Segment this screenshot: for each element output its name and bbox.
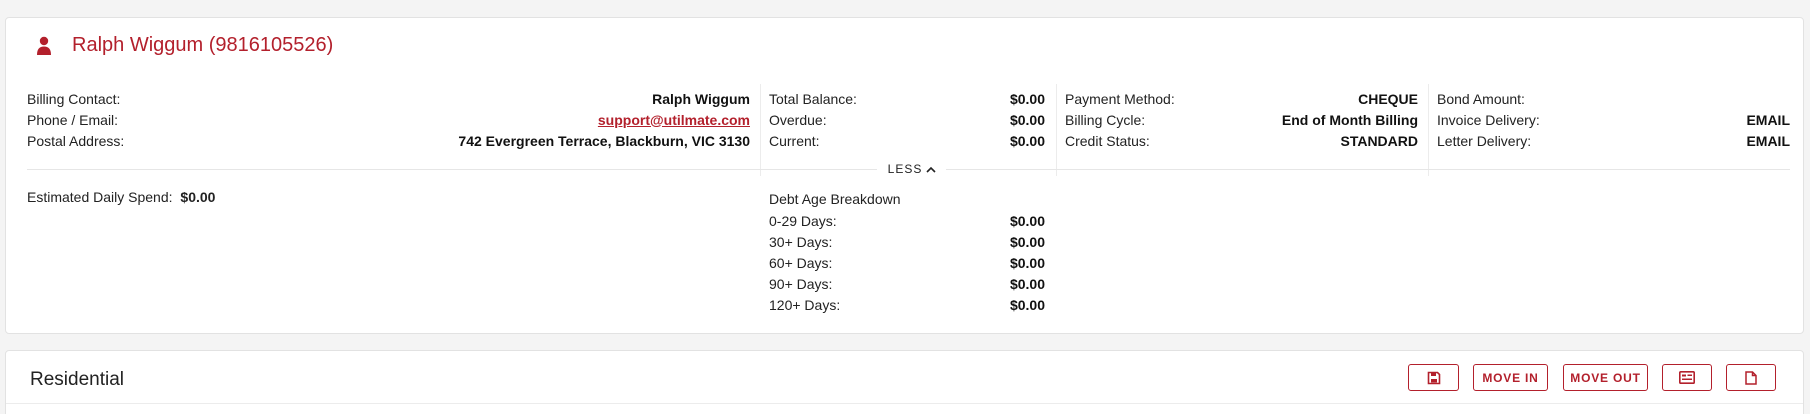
contact-details: Billing Contact: Ralph Wiggum Phone / Em…	[27, 88, 750, 151]
billing-contact-label: Billing Contact:	[27, 90, 121, 107]
overdue-row: Overdue: $0.00	[769, 109, 1045, 130]
overdue-label: Overdue:	[769, 111, 827, 128]
billing-contact-row: Billing Contact: Ralph Wiggum	[27, 88, 750, 109]
invoice-delivery-row: Invoice Delivery: EMAIL	[1437, 109, 1790, 130]
payment-method-value: CHEQUE	[1358, 90, 1418, 107]
residential-card: Residential MOVE IN MOVE OUT	[5, 350, 1804, 414]
postal-address-value: 742 Evergreen Terrace, Blackburn, VIC 31…	[458, 132, 750, 149]
letter-delivery-value: EMAIL	[1746, 132, 1790, 149]
total-balance-value: $0.00	[1009, 90, 1045, 107]
debt-row-value: $0.00	[1009, 233, 1045, 250]
email-link[interactable]: support@utilmate.com	[598, 112, 750, 128]
chevron-up-icon	[926, 166, 936, 173]
debt-row-label: 30+ Days:	[769, 233, 833, 250]
payment-method-row: Payment Method: CHEQUE	[1065, 88, 1418, 109]
debt-row-value: $0.00	[1009, 212, 1045, 229]
id-card-button[interactable]	[1662, 364, 1712, 391]
delivery-details: Bond Amount: Invoice Delivery: EMAIL Let…	[1437, 88, 1790, 151]
account-header: Ralph Wiggum (9816105526)	[36, 34, 333, 57]
daily-spend-label: Estimated Daily Spend:	[27, 189, 173, 205]
debt-row-label: 90+ Days:	[769, 275, 833, 292]
credit-status-value: STANDARD	[1340, 132, 1418, 149]
account-summary-card: Ralph Wiggum (9816105526) Billing Contac…	[5, 17, 1804, 334]
less-toggle[interactable]: LESS	[880, 162, 944, 176]
debt-row: 120+ Days: $0.00	[769, 294, 1045, 315]
billing-cycle-value: End of Month Billing	[1281, 111, 1418, 128]
id-card-icon	[1679, 371, 1695, 384]
less-toggle-label: LESS	[887, 162, 923, 176]
residential-title: Residential	[30, 369, 124, 390]
total-balance-row: Total Balance: $0.00	[769, 88, 1045, 109]
column-divider	[1428, 84, 1429, 176]
debt-row: 60+ Days: $0.00	[769, 252, 1045, 273]
postal-address-row: Postal Address: 742 Evergreen Terrace, B…	[27, 130, 750, 151]
current-label: Current:	[769, 132, 820, 149]
balance-details: Total Balance: $0.00 Overdue: $0.00 Curr…	[769, 88, 1045, 151]
move-in-button[interactable]: MOVE IN	[1473, 364, 1548, 391]
billing-cycle-row: Billing Cycle: End of Month Billing	[1065, 109, 1418, 130]
bond-amount-label: Bond Amount:	[1437, 90, 1525, 107]
debt-row-value: $0.00	[1009, 296, 1045, 313]
overdue-value: $0.00	[1009, 111, 1045, 128]
debt-row: 90+ Days: $0.00	[769, 273, 1045, 294]
document-icon	[1745, 370, 1757, 385]
invoice-delivery-value: EMAIL	[1746, 111, 1790, 128]
column-divider	[1056, 84, 1057, 176]
save-button[interactable]	[1408, 364, 1459, 391]
estimated-daily-spend: Estimated Daily Spend: $0.00	[27, 189, 215, 205]
current-value: $0.00	[1009, 132, 1045, 149]
document-button[interactable]	[1726, 364, 1776, 391]
billing-contact-value: Ralph Wiggum	[652, 90, 750, 107]
debt-row-value: $0.00	[1009, 275, 1045, 292]
credit-status-label: Credit Status:	[1065, 132, 1150, 149]
debt-row: 30+ Days: $0.00	[769, 231, 1045, 252]
column-divider	[760, 84, 761, 176]
save-icon	[1427, 371, 1440, 384]
payment-method-label: Payment Method:	[1065, 90, 1175, 107]
move-out-button[interactable]: MOVE OUT	[1563, 364, 1648, 391]
phone-email-row: Phone / Email: support@utilmate.com	[27, 109, 750, 130]
divider-line	[946, 169, 1790, 170]
debt-row-value: $0.00	[1009, 254, 1045, 271]
credit-status-row: Credit Status: STANDARD	[1065, 130, 1418, 151]
letter-delivery-label: Letter Delivery:	[1437, 132, 1532, 149]
billing-cycle-label: Billing Cycle:	[1065, 111, 1146, 128]
person-icon	[36, 36, 52, 56]
debt-row-label: 120+ Days:	[769, 296, 841, 313]
debt-age-title: Debt Age Breakdown	[769, 191, 901, 207]
debt-age-breakdown: Debt Age Breakdown 0-29 Days: $0.00 30+ …	[769, 189, 1045, 315]
debt-row: 0-29 Days: $0.00	[769, 210, 1045, 231]
invoice-delivery-label: Invoice Delivery:	[1437, 111, 1540, 128]
total-balance-label: Total Balance:	[769, 90, 857, 107]
postal-address-label: Postal Address:	[27, 132, 125, 149]
residential-divider	[6, 403, 1803, 404]
account-name: Ralph Wiggum (9816105526)	[72, 34, 334, 56]
debt-row-label: 60+ Days:	[769, 254, 833, 271]
bond-amount-row: Bond Amount:	[1437, 88, 1790, 109]
phone-email-label: Phone / Email:	[27, 111, 119, 128]
divider-line	[27, 169, 877, 170]
debt-row-label: 0-29 Days:	[769, 212, 837, 229]
billing-details: Payment Method: CHEQUE Billing Cycle: En…	[1065, 88, 1418, 151]
letter-delivery-row: Letter Delivery: EMAIL	[1437, 130, 1790, 151]
daily-spend-value: $0.00	[180, 189, 216, 205]
current-row: Current: $0.00	[769, 130, 1045, 151]
